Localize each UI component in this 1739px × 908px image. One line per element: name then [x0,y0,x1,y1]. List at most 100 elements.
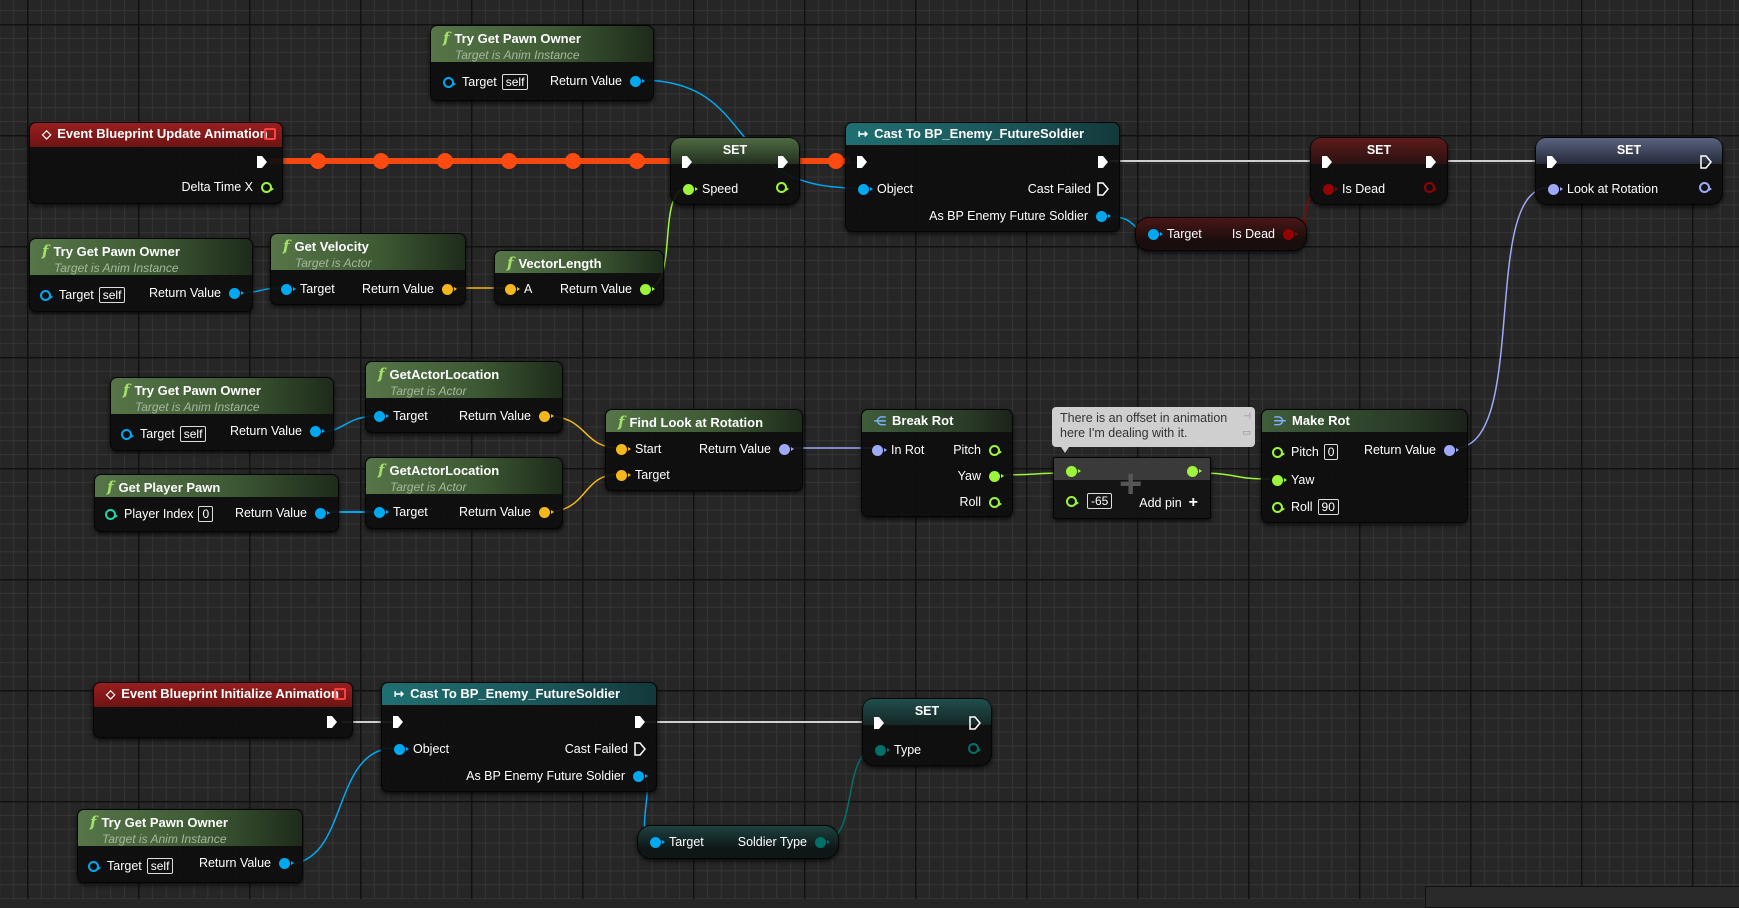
int-pin-icon[interactable] [105,508,118,520]
vector-pin-icon[interactable] [539,410,554,422]
bool-pin-icon[interactable] [1424,182,1437,193]
exec-pin-icon[interactable] [634,742,646,756]
collapse-comment-icon[interactable]: ▭ [1242,425,1251,440]
default-value-field[interactable]: self [179,426,207,442]
object-pin-icon[interactable] [394,743,409,755]
float-pin-icon[interactable] [1066,466,1081,477]
node-cast-to-enemy-top[interactable]: ↦ Cast To BP_Enemy_FutureSoldier Object C… [845,122,1120,232]
object-pin-icon[interactable] [229,287,244,299]
default-value-field[interactable]: 0 [198,506,214,522]
rotator-pin-icon[interactable] [1699,182,1712,193]
float-pin-icon[interactable] [989,444,1002,456]
object-pin-icon[interactable] [40,289,53,301]
node-try-get-pawn-owner-mid[interactable]: f Try Get Pawn Owner Target is Anim Instan… [29,238,253,312]
node-try-get-pawn-owner-location[interactable]: f Try Get Pawn Owner Target is Anim Instan… [110,377,334,451]
default-value-field[interactable]: -65 [1087,493,1113,509]
vector-pin-icon[interactable] [505,283,520,295]
vector-pin-icon[interactable] [616,469,631,481]
vector-pin-icon[interactable] [539,506,554,518]
node-break-rot[interactable]: ⋲ Break Rot In Rot Pitch Yaw Roll [861,409,1013,517]
object-pin-icon[interactable] [630,75,645,87]
rotator-pin-icon[interactable] [1548,183,1563,195]
exec-out[interactable] [1425,155,1437,169]
node-event-initialize-animation[interactable]: ◇ Event Blueprint Initialize Animation [93,682,353,738]
exec-out[interactable] [777,155,789,169]
node-get-is-dead[interactable]: Target Is Dead [1135,217,1307,251]
object-pin-icon[interactable] [1148,228,1163,240]
node-try-get-pawn-owner-top[interactable]: f Try Get Pawn Owner Target is Anim Instan… [430,25,654,101]
exec-in[interactable] [392,715,404,729]
node-set-look-at-rotation[interactable]: SET Look at Rotation [1535,137,1723,205]
float-pin-icon[interactable] [989,470,1004,482]
node-get-soldier-type[interactable]: Target Soldier Type [637,825,839,859]
exec-pin-icon[interactable] [1700,155,1712,169]
exec-pin-icon[interactable] [256,155,268,169]
pin-out[interactable] [968,743,981,754]
rotator-pin-icon[interactable] [872,444,887,456]
exec-pin-icon[interactable] [1321,155,1333,169]
exec-out[interactable] [1097,155,1109,169]
default-value-field[interactable]: self [501,74,529,90]
exec-in[interactable] [1321,155,1333,169]
delegate-pin-icon[interactable] [264,128,276,140]
object-pin-icon[interactable] [858,183,873,195]
exec-in[interactable] [681,155,693,169]
float-pin-icon[interactable] [640,283,655,295]
float-pin-icon[interactable] [261,181,274,193]
add-pin-button[interactable]: Add pin + [1139,494,1198,512]
bool-pin-icon[interactable] [1323,183,1338,195]
enum-pin-icon[interactable] [968,743,981,754]
default-value-field[interactable]: self [146,858,174,874]
exec-out[interactable] [634,715,646,729]
float-pin-icon[interactable] [1066,495,1079,507]
exec-out[interactable] [969,716,981,730]
node-event-update-animation[interactable]: ◇ Event Blueprint Update Animation Delta … [29,122,283,204]
vector-pin-icon[interactable] [442,283,457,295]
exec-pin-icon[interactable] [969,716,981,730]
node-set-is-dead[interactable]: SET Is Dead [1310,137,1448,205]
vector-pin-icon[interactable] [616,443,631,455]
exec-in[interactable] [856,155,868,169]
node-add-float[interactable]: + -65 Add pin + [1053,457,1211,519]
float-pin-icon[interactable] [683,183,698,195]
pin-out[interactable] [776,182,789,193]
object-pin-icon[interactable] [633,770,648,782]
node-comment-bubble[interactable]: There is an offset in animation here I'm… [1052,407,1255,453]
exec-pin-icon[interactable] [1425,155,1437,169]
delegate-pin-icon[interactable] [334,688,346,700]
object-pin-icon[interactable] [374,410,389,422]
enum-pin-icon[interactable] [875,744,890,756]
object-pin-icon[interactable] [650,836,665,848]
object-pin-icon[interactable] [443,76,456,88]
pin-comment-icon[interactable]: ⊣ [1243,409,1251,424]
node-get-velocity[interactable]: f Get Velocity Target is Actor Target Retu… [270,233,466,305]
float-pin-icon[interactable] [1272,446,1285,458]
float-pin-icon[interactable] [776,182,789,193]
rotator-pin-icon[interactable] [1444,444,1459,456]
rotator-pin-icon[interactable] [779,443,794,455]
node-find-look-at-rotation[interactable]: f Find Look at Rotation Start Target Retu… [605,409,803,491]
object-pin-icon[interactable] [121,428,134,440]
float-pin-icon[interactable] [1272,501,1285,513]
float-pin-icon[interactable] [1272,474,1287,486]
exec-pin-icon[interactable] [856,155,868,169]
pin-out[interactable] [1699,182,1712,193]
exec-pin-icon[interactable] [681,155,693,169]
node-set-speed[interactable]: SET Speed [670,137,800,205]
node-get-actor-location-2[interactable]: f GetActorLocation Target is Actor Target … [365,457,563,529]
node-set-type[interactable]: SET Type [862,698,992,766]
object-pin-icon[interactable] [310,425,325,437]
exec-pin-icon[interactable] [1097,155,1109,169]
node-make-rot[interactable]: ⋺ Make Rot Pitch 0 Yaw Roll 90 Return Value [1261,409,1468,523]
enum-pin-icon[interactable] [815,836,830,848]
object-pin-icon[interactable] [374,506,389,518]
bool-pin-icon[interactable] [1283,228,1298,240]
object-pin-icon[interactable] [88,860,101,872]
exec-in[interactable] [873,716,885,730]
object-pin-icon[interactable] [1096,210,1111,222]
default-value-field[interactable]: 0 [1323,444,1339,460]
pin-out[interactable] [1424,182,1437,193]
object-pin-icon[interactable] [281,283,296,295]
exec-pin-icon[interactable] [326,715,338,729]
default-value-field[interactable]: self [98,287,126,303]
